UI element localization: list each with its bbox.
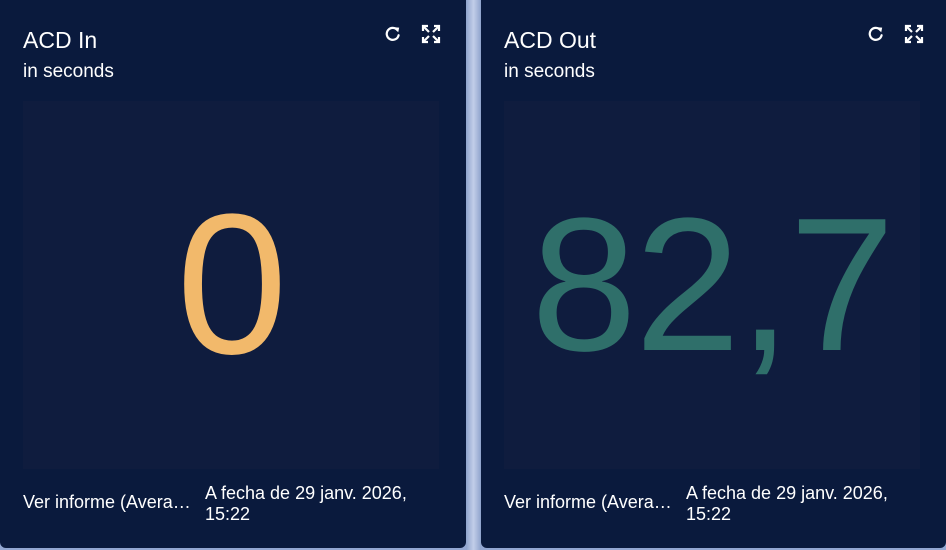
card-title: ACD In <box>23 27 98 53</box>
kpi-panel: 82,7 <box>504 101 920 469</box>
as-of-date: A fecha de 29 janv. 2026, 15:22 <box>686 483 888 524</box>
acd-in-card: ACD In in seconds 0 Ver informe (Avera… … <box>0 0 466 548</box>
card-title: ACD Out <box>504 27 597 53</box>
expand-icon[interactable] <box>904 24 924 44</box>
view-report-link[interactable]: Ver informe (Avera… <box>23 491 203 513</box>
as-of-date: A fecha de 29 janv. 2026, 15:22 <box>205 483 407 524</box>
view-report-link[interactable]: Ver informe (Avera… <box>504 491 684 513</box>
card-subtitle: in seconds <box>504 61 595 82</box>
dashboard-stage: ACD In in seconds 0 Ver informe (Avera… … <box>0 0 946 550</box>
card-divider <box>466 0 481 550</box>
refresh-icon[interactable] <box>383 24 403 44</box>
refresh-icon[interactable] <box>866 24 886 44</box>
card-subtitle: in seconds <box>23 61 114 82</box>
kpi-panel: 0 <box>23 101 439 469</box>
kpi-value: 82,7 <box>531 179 895 391</box>
acd-out-card: ACD Out in seconds 82,7 Ver informe (Ave… <box>481 0 946 548</box>
kpi-value: 0 <box>176 173 287 396</box>
expand-icon[interactable] <box>421 24 441 44</box>
